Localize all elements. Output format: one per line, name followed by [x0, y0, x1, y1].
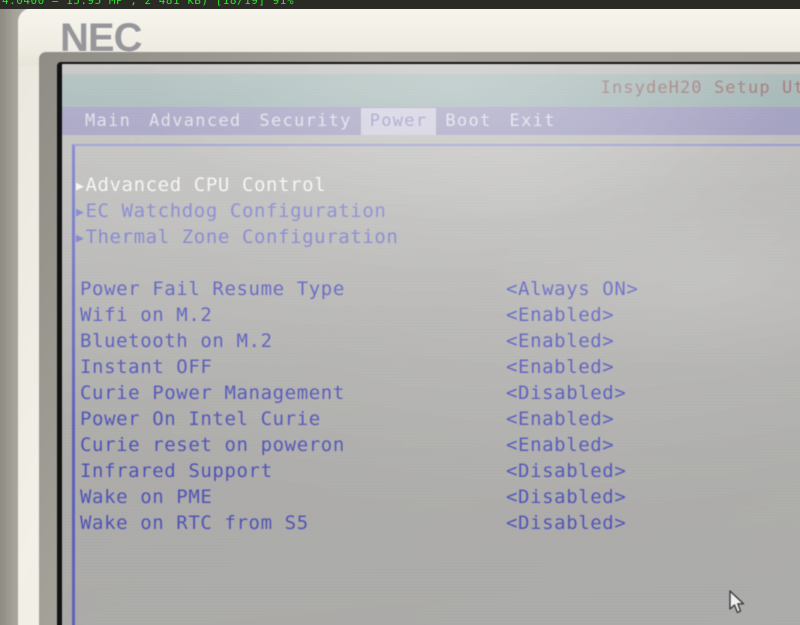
bios-title-text: InsydeH20 Setup Uti [600, 78, 800, 98]
setting-label: Infrared Support [80, 460, 273, 482]
submenu-label: EC Watchdog Configuration [85, 200, 387, 222]
setting-curie-power-management[interactable]: Curie Power Management <Disabled> [76, 380, 800, 406]
submenu-thermal-zone-configuration[interactable]: ▶ Thermal Zone Configuration [76, 224, 800, 250]
submenu-advanced-cpu-control[interactable]: ▶ Advanced CPU Control [76, 172, 800, 198]
setting-value[interactable]: <Enabled> [506, 330, 614, 352]
setting-label: Wifi on M.2 [80, 304, 213, 326]
menu-item-exit[interactable]: Exit [501, 108, 565, 135]
capture-osd-text: 4.0400 = 15.95 MP ; 2 481 kB) [18/19] 91… [2, 0, 295, 7]
capture-osd-strip: 4.0400 = 15.95 MP ; 2 481 kB) [18/19] 91… [0, 0, 800, 9]
setting-label: Curie Power Management [80, 382, 345, 404]
setting-label: Instant OFF [80, 356, 213, 378]
setting-power-fail-resume-type[interactable]: Power Fail Resume Type <Always ON> [76, 276, 800, 302]
lcd-screen: InsydeH20 Setup Uti Main Advanced Securi… [62, 64, 800, 625]
setting-power-on-intel-curie[interactable]: Power On Intel Curie <Enabled> [76, 406, 800, 432]
menu-item-security[interactable]: Security [250, 108, 360, 135]
menu-item-boot[interactable]: Boot [436, 108, 500, 135]
setting-label: Bluetooth on M.2 [80, 330, 273, 352]
setting-value[interactable]: <Enabled> [506, 304, 614, 326]
menu-item-power[interactable]: Power [360, 107, 437, 135]
setting-value[interactable]: <Disabled> [506, 512, 626, 534]
setting-label: Power Fail Resume Type [80, 278, 345, 300]
setting-wake-on-rtc-from-s5[interactable]: Wake on RTC from S5 <Disabled> [76, 510, 800, 536]
setting-label: Wake on PME [80, 486, 213, 508]
submenu-arrow-icon: ▶ [76, 204, 85, 220]
setting-value[interactable]: <Always ON> [506, 278, 638, 300]
bios-setup-utility: InsydeH20 Setup Uti Main Advanced Securi… [62, 64, 800, 625]
submenu-arrow-icon: ▶ [76, 178, 85, 194]
mouse-pointer-icon [729, 590, 749, 616]
setting-value[interactable]: <Disabled> [506, 460, 626, 482]
setting-wifi-on-m2[interactable]: Wifi on M.2 <Enabled> [76, 302, 800, 328]
bios-options-list: ▶ Advanced CPU Control ▶ EC Watchdog Con… [76, 172, 800, 536]
setting-value[interactable]: <Enabled> [506, 356, 614, 378]
setting-instant-off[interactable]: Instant OFF <Enabled> [76, 354, 800, 380]
setting-label: Curie reset on poweron [80, 434, 345, 456]
menu-item-advanced[interactable]: Advanced [140, 108, 250, 135]
setting-wake-on-pme[interactable]: Wake on PME <Disabled> [76, 484, 800, 510]
setting-value[interactable]: <Enabled> [506, 434, 614, 456]
setting-infrared-support[interactable]: Infrared Support <Disabled> [76, 458, 800, 484]
bios-menu[interactable]: Main Advanced Security Power Boot Exit [76, 107, 565, 135]
submenu-label: Thermal Zone Configuration [85, 226, 399, 248]
menu-item-main[interactable]: Main [76, 108, 140, 135]
submenu-ec-watchdog-configuration[interactable]: ▶ EC Watchdog Configuration [76, 198, 800, 224]
setting-label: Wake on RTC from S5 [80, 512, 309, 534]
setting-label: Power On Intel Curie [80, 408, 321, 430]
submenu-arrow-icon: ▶ [76, 230, 85, 246]
photographed-monitor-scene: 4.0400 = 15.95 MP ; 2 481 kB) [18/19] 91… [0, 0, 800, 625]
setting-curie-reset-on-poweron[interactable]: Curie reset on poweron <Enabled> [76, 432, 800, 458]
setting-value[interactable]: <Enabled> [506, 408, 614, 430]
setting-bluetooth-on-m2[interactable]: Bluetooth on M.2 <Enabled> [76, 328, 800, 354]
setting-value[interactable]: <Disabled> [506, 382, 626, 404]
submenu-label: Advanced CPU Control [85, 174, 327, 196]
setting-value[interactable]: <Disabled> [506, 486, 626, 508]
